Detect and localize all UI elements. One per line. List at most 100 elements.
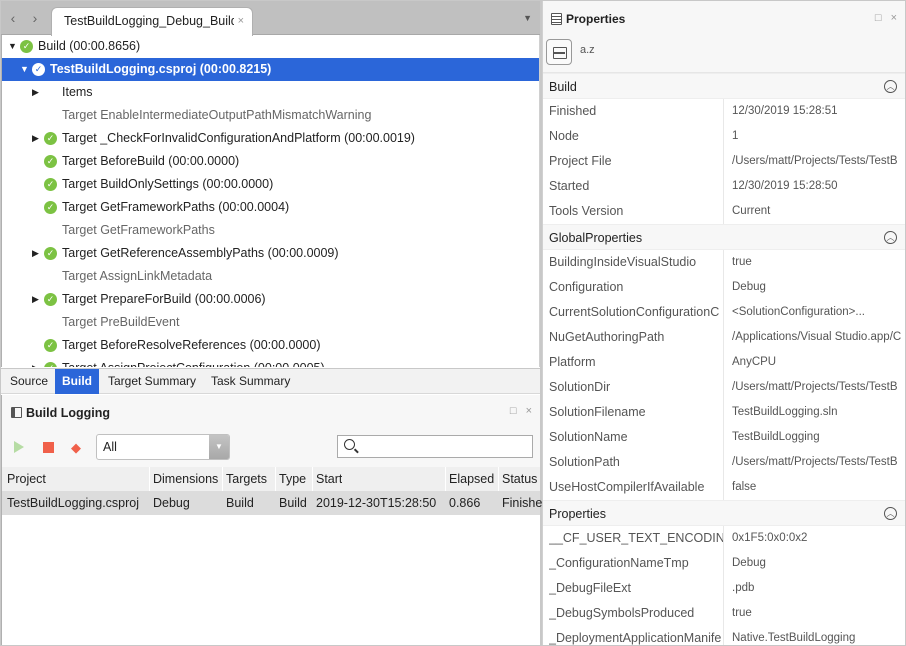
column-header[interactable]: Type xyxy=(279,472,306,486)
tree-node[interactable]: ✓ Target BuildOnlySettings (00:00.0000) xyxy=(2,173,539,196)
property-category[interactable]: Build ︿ xyxy=(543,73,905,99)
expanded-arrow-icon[interactable]: ▼ xyxy=(20,58,29,81)
column-divider[interactable] xyxy=(149,467,150,491)
property-category[interactable]: Properties ︿ xyxy=(543,500,905,526)
property-row[interactable]: Node 1 xyxy=(543,124,905,149)
clear-eraser-icon[interactable]: ◆ xyxy=(71,440,81,456)
column-header[interactable]: Start xyxy=(316,472,342,486)
collapsed-arrow-icon[interactable]: ▶ xyxy=(32,81,39,104)
property-row[interactable]: SolutionName TestBuildLogging xyxy=(543,425,905,450)
collapsed-arrow-icon[interactable]: ▶ xyxy=(32,127,39,150)
tree-node[interactable]: ✓ Target BeforeResolveReferences (00:00.0… xyxy=(2,334,539,357)
collapsed-arrow-icon[interactable]: ▶ xyxy=(32,288,39,311)
property-row[interactable]: CurrentSolutionConfigurationC <SolutionCo… xyxy=(543,300,905,325)
property-row[interactable]: _DebugFileExt .pdb xyxy=(543,576,905,601)
filter-dropdown[interactable]: All ▼ xyxy=(96,434,230,460)
column-divider[interactable] xyxy=(445,467,446,491)
tab-build[interactable]: Build xyxy=(55,369,99,394)
tree-node[interactable]: Target GetFrameworkPaths xyxy=(2,219,539,242)
column-header[interactable]: Project xyxy=(7,472,46,486)
property-name: Finished xyxy=(549,104,597,118)
tree-node[interactable]: ▶ ✓ Target AssignProjectConfiguration (00:… xyxy=(2,357,539,367)
tree-node-label: Target PrepareForBuild (00:00.0006) xyxy=(62,292,266,306)
property-value: TestBuildLogging.sln xyxy=(732,406,838,418)
tree-node[interactable]: ✓ Target GetFrameworkPaths (00:00.0004) xyxy=(2,196,539,219)
column-divider xyxy=(723,124,724,149)
column-divider[interactable] xyxy=(222,467,223,491)
property-row[interactable]: _ConfigurationNameTmp Debug xyxy=(543,551,905,576)
tree-node[interactable]: ▶ ✓ Target _CheckForInvalidConfigurationAn… xyxy=(2,127,539,150)
property-row[interactable]: _DebugSymbolsProduced true xyxy=(543,601,905,626)
property-row[interactable]: UseHostCompilerIfAvailable false xyxy=(543,475,905,500)
maximize-pad-icon[interactable]: □ xyxy=(510,405,517,417)
tree-node[interactable]: ▶ Items xyxy=(2,81,539,104)
tree-node[interactable]: Target AssignLinkMetadata xyxy=(2,265,539,288)
property-row[interactable]: BuildingInsideVisualStudio true xyxy=(543,250,905,275)
chevron-down-icon[interactable]: ▼ xyxy=(209,435,229,459)
collapse-chevron-icon[interactable]: ︿ xyxy=(884,507,897,520)
property-row[interactable]: _DeploymentApplicationManife Native.TestB… xyxy=(543,626,905,645)
property-value: 0x1F5:0x0:0x2 xyxy=(732,532,808,544)
close-pad-icon[interactable]: × xyxy=(891,12,897,24)
property-row[interactable]: SolutionFilename TestBuildLogging.sln xyxy=(543,400,905,425)
property-row[interactable]: Started 12/30/2019 15:28:50 xyxy=(543,174,905,199)
tab-target-summary[interactable]: Target Summary xyxy=(101,369,203,394)
collapse-chevron-icon[interactable]: ︿ xyxy=(884,80,897,93)
pad-icon xyxy=(11,407,22,418)
close-tab-icon[interactable]: × xyxy=(238,15,244,27)
tab-source[interactable]: Source xyxy=(3,369,55,394)
collapsed-arrow-icon[interactable]: ▶ xyxy=(32,242,39,265)
tree-node[interactable]: Target PreBuildEvent xyxy=(2,311,539,334)
property-name: Platform xyxy=(549,355,596,369)
column-divider xyxy=(723,626,724,645)
property-row[interactable]: Tools Version Current xyxy=(543,199,905,224)
column-divider xyxy=(723,174,724,199)
property-category[interactable]: GlobalProperties ︿ xyxy=(543,224,905,250)
forward-button[interactable]: › xyxy=(27,9,43,27)
tree-node[interactable]: ▼ ✓ TestBuildLogging.csproj (00:00.8215) xyxy=(2,58,539,81)
maximize-pad-icon[interactable]: □ xyxy=(875,12,882,24)
column-divider[interactable] xyxy=(312,467,313,491)
tab-list-dropdown-icon[interactable]: ▼ xyxy=(523,13,532,23)
column-divider[interactable] xyxy=(498,467,499,491)
tree-node[interactable]: ✓ Target BeforeBuild (00:00.0000) xyxy=(2,150,539,173)
column-header[interactable]: Dimensions xyxy=(153,472,218,486)
play-icon[interactable] xyxy=(14,441,24,453)
back-button[interactable]: ‹ xyxy=(5,9,21,27)
column-header[interactable]: Status xyxy=(502,472,537,486)
tree-node[interactable]: Target EnableIntermediateOutputPathMisma… xyxy=(2,104,539,127)
expanded-arrow-icon[interactable]: ▼ xyxy=(8,35,17,58)
column-header[interactable]: Targets xyxy=(226,472,267,486)
categorize-button[interactable] xyxy=(546,39,572,65)
success-check-icon: ✓ xyxy=(44,132,57,145)
table-row[interactable]: TestBuildLogging.csproj Debug Build Build 20… xyxy=(2,491,542,515)
property-value: 1 xyxy=(732,130,739,142)
tree-node[interactable]: ▶ ✓ Target GetReferenceAssemblyPaths (00:0… xyxy=(2,242,539,265)
property-row[interactable]: Finished 12/30/2019 15:28:51 xyxy=(543,99,905,124)
property-row[interactable]: SolutionDir/Users/matt/Projects/Tests/Te… xyxy=(543,375,905,400)
property-row[interactable]: Configuration Debug xyxy=(543,275,905,300)
collapsed-arrow-icon[interactable]: ▶ xyxy=(32,357,39,367)
stop-icon[interactable] xyxy=(43,442,54,453)
property-row[interactable]: NuGetAuthoringPath/Applications/Visual S… xyxy=(543,325,905,350)
tree-node[interactable]: ▶ ✓ Target PrepareForBuild (00:00.0006) xyxy=(2,288,539,311)
tree-node-label: Target _CheckForInvalidConfigurationAndP… xyxy=(62,131,415,145)
property-row[interactable]: Platform AnyCPU xyxy=(543,350,905,375)
property-value: false xyxy=(732,481,757,493)
tab-task-summary[interactable]: Task Summary xyxy=(204,369,297,394)
column-header[interactable]: Elapsed xyxy=(449,472,494,486)
close-pad-icon[interactable]: × xyxy=(526,405,532,417)
column-divider[interactable] xyxy=(275,467,276,491)
property-name: _DebugSymbolsProduced xyxy=(549,606,695,620)
tree-node[interactable]: ▼ ✓ Build (00:00.8656) xyxy=(2,35,539,58)
pad-title: Build Logging xyxy=(26,406,111,420)
collapse-chevron-icon[interactable]: ︿ xyxy=(884,231,897,244)
property-row[interactable]: Project File/Users/matt/Projects/Tests/T… xyxy=(543,149,905,174)
property-row[interactable]: __CF_USER_TEXT_ENCODING 0x1F5:0x0:0x2 xyxy=(543,526,905,551)
search-input[interactable] xyxy=(337,435,533,458)
property-row[interactable]: SolutionPath/Users/matt/Projects/Tests/T… xyxy=(543,450,905,475)
tree-node-label: Items xyxy=(62,85,93,99)
document-tab[interactable]: TestBuildLogging_Debug_Build × xyxy=(51,7,253,36)
property-value: <SolutionConfiguration>... xyxy=(732,306,865,318)
sort-alphabetical-button[interactable]: a.z xyxy=(580,44,595,56)
